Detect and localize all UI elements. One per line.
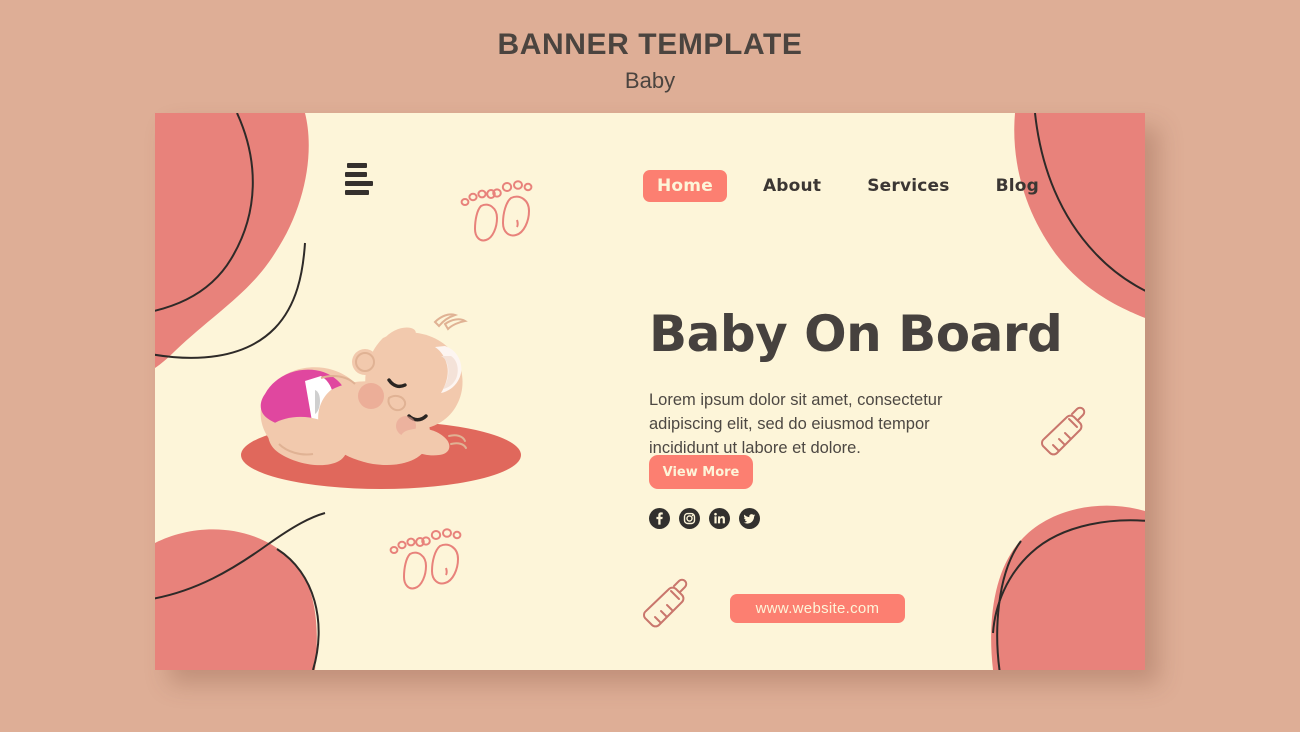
baby-footprints-icon: [451, 180, 541, 253]
website-url-badge[interactable]: www.website.com: [730, 594, 905, 623]
nav-item-about[interactable]: About: [753, 170, 831, 202]
social-links: [649, 508, 760, 529]
baby-bottle-icon: [1031, 403, 1093, 466]
facebook-icon[interactable]: [649, 508, 670, 529]
twitter-icon[interactable]: [739, 508, 760, 529]
hero-headline: Baby On Board: [649, 304, 1063, 363]
hamburger-menu-icon[interactable]: [345, 163, 379, 197]
hero-body-text: Lorem ipsum dolor sit amet, consectetur …: [649, 390, 943, 458]
nav-item-services[interactable]: Services: [857, 170, 959, 202]
nav-item-home[interactable]: Home: [643, 170, 727, 202]
main-navigation: Home About Services Blog: [643, 170, 1049, 202]
screenshot-root: BANNER TEMPLATE Baby Home About Services…: [0, 0, 1300, 732]
baby-bottle-icon: [633, 575, 695, 638]
baby-footprints-icon: [380, 528, 470, 601]
page-subtitle: Baby: [624, 68, 676, 93]
instagram-icon[interactable]: [679, 508, 700, 529]
sleeping-baby-illustration: [213, 298, 543, 503]
linkedin-icon[interactable]: [709, 508, 730, 529]
page-title: BANNER TEMPLATE: [497, 28, 803, 61]
nav-item-blog[interactable]: Blog: [986, 170, 1049, 202]
banner-card: Home About Services Blog Baby On Board L…: [155, 113, 1145, 670]
view-more-button[interactable]: View More: [649, 455, 753, 489]
